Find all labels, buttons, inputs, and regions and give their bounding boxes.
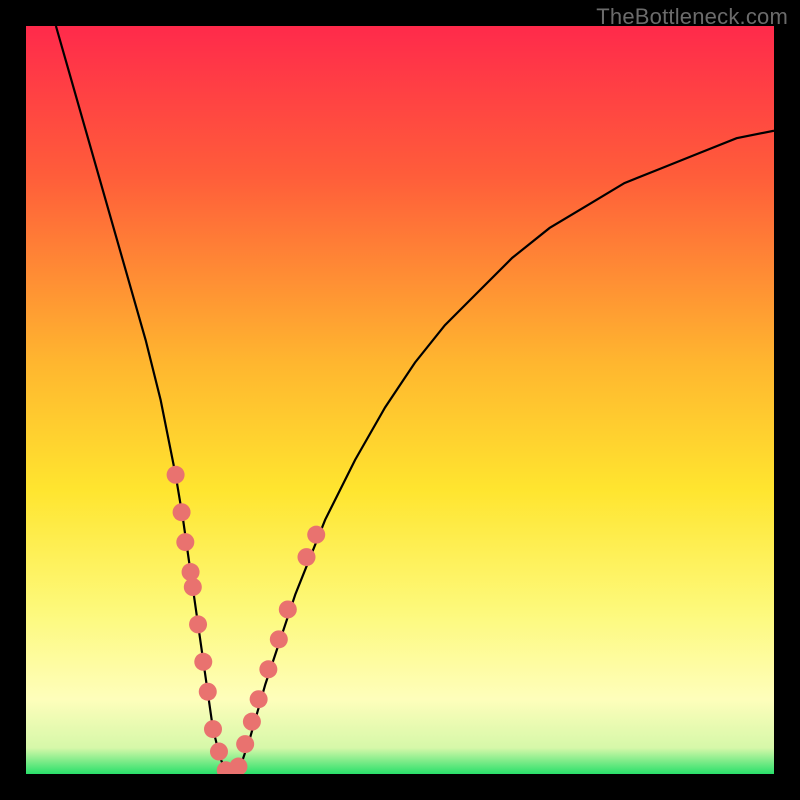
- highlight-point: [194, 653, 212, 671]
- highlight-point: [210, 743, 228, 761]
- highlight-point: [243, 713, 261, 731]
- plot-area: [26, 26, 774, 774]
- watermark-text: TheBottleneck.com: [596, 4, 788, 30]
- highlight-point: [199, 683, 217, 701]
- heat-gradient: [26, 26, 774, 774]
- highlight-point: [307, 526, 325, 544]
- bottleneck-chart: [26, 26, 774, 774]
- highlight-point: [250, 690, 268, 708]
- highlight-point: [204, 720, 222, 738]
- highlight-point: [279, 600, 297, 618]
- highlight-point: [173, 503, 191, 521]
- highlight-point: [167, 466, 185, 484]
- highlight-point: [176, 533, 194, 551]
- highlight-point: [270, 630, 288, 648]
- highlight-point: [259, 660, 277, 678]
- chart-frame: TheBottleneck.com: [0, 0, 800, 800]
- highlight-point: [236, 735, 254, 753]
- highlight-point: [189, 615, 207, 633]
- highlight-point: [184, 578, 202, 596]
- highlight-point: [298, 548, 316, 566]
